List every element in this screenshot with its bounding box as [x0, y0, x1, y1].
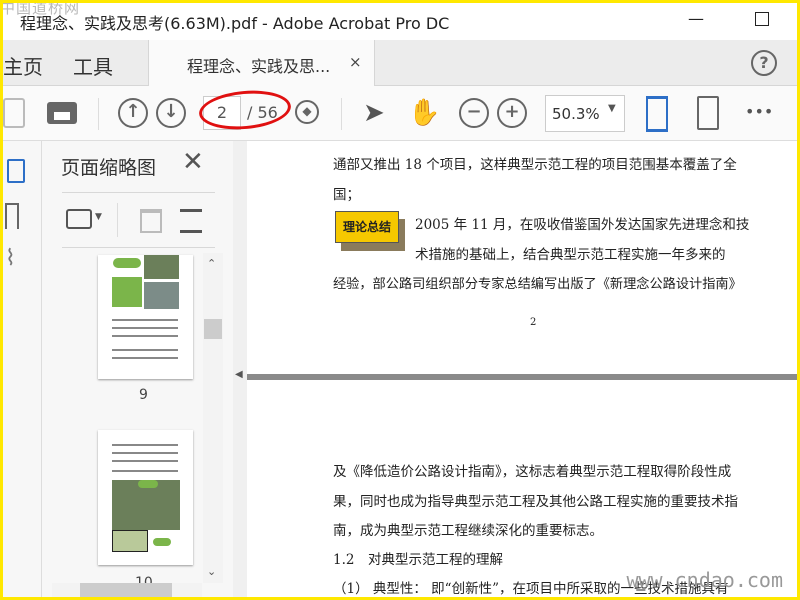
thumbnail-label: 9: [139, 387, 148, 403]
acrobat-window: 中国道桥网 程理念、实践及思考(6.63M).pdf - Adobe Acrob…: [3, 3, 797, 597]
thumbnail-options-icon[interactable]: [66, 209, 92, 229]
paragraph-line: 南，成为典型示范工程继续深化的重要标志。: [333, 523, 603, 539]
tab-home[interactable]: 主页: [3, 51, 43, 80]
hand-tool-icon[interactable]: ✋: [408, 98, 440, 128]
minimize-button[interactable]: —: [688, 9, 704, 28]
tab-document-label: 程理念、实践及思...: [187, 57, 331, 76]
scrollbar-thumb[interactable]: [204, 319, 222, 339]
section-heading: 1.2 对典型示范工程的理解: [333, 552, 503, 568]
more-tools-icon[interactable]: •••: [745, 102, 775, 132]
zoom-marquee-icon[interactable]: ◆: [295, 100, 319, 124]
help-icon[interactable]: ?: [751, 50, 777, 76]
divider: [341, 98, 342, 130]
paragraph-line: 通部又推出 18 个项目，这样典型示范工程的项目范围基本覆盖了全: [333, 157, 737, 173]
toolbar: ↑ ↓ 2 / 56 ◆ ➤ ✋ − + 50.3% ▼ •••: [3, 86, 797, 141]
page-thumbnails-icon[interactable]: [7, 159, 25, 183]
thumbnail-page-9[interactable]: [98, 255, 193, 379]
zoom-in-icon[interactable]: +: [497, 98, 527, 128]
close-tab-icon[interactable]: ×: [349, 53, 362, 71]
print-icon[interactable]: [47, 102, 77, 124]
maximize-button[interactable]: [755, 12, 769, 26]
select-cursor-icon[interactable]: ➤: [363, 98, 393, 128]
delete-icon[interactable]: [140, 209, 162, 233]
chevron-down-icon: ▼: [608, 103, 616, 114]
theory-summary-badge: 理论总结: [335, 211, 405, 251]
title-bar: 中国道桥网 程理念、实践及思考(6.63M).pdf - Adobe Acrob…: [3, 3, 797, 40]
fit-page-icon[interactable]: [646, 96, 668, 132]
paragraph-line: 2005 年 11 月，在吸收借鉴国外发达国家先进理念和技: [415, 217, 750, 233]
zoom-out-icon[interactable]: −: [459, 98, 489, 128]
divider: [62, 247, 215, 248]
panel-collapse-gutter[interactable]: ◀: [233, 141, 247, 597]
close-panel-icon[interactable]: ✕: [182, 147, 204, 177]
navigation-rail: ⌇: [3, 141, 42, 597]
tab-document[interactable]: 程理念、实践及思... ×: [148, 40, 375, 87]
paragraph-line: 果，同时也成为指导典型示范工程及其他公路工程实施的重要技术指: [333, 494, 738, 510]
document-view[interactable]: 通部又推出 18 个项目，这样典型示范工程的项目范围基本覆盖了全 国； 理论总结…: [247, 141, 797, 597]
divider: [117, 203, 118, 237]
divider: [98, 98, 99, 130]
rotate-view-icon[interactable]: [697, 96, 719, 130]
page-number: 2: [530, 317, 537, 328]
watermark: www.cndao.com: [626, 568, 783, 592]
chevron-down-icon: ▼: [95, 212, 102, 222]
save-icon[interactable]: [3, 98, 25, 128]
thumbnail-page-10[interactable]: [98, 430, 193, 565]
scrollbar-thumb[interactable]: [80, 583, 172, 597]
paragraph-line: 及《降低造价公路设计指南》，这标志着典型示范工程取得阶段性成: [333, 464, 732, 480]
paragraph-line: 术措施的基础上，结合典型示范工程实施一年多来的: [415, 247, 726, 263]
window-title: 程理念、实践及思考(6.63M).pdf - Adobe Acrobat Pro…: [20, 14, 450, 33]
page-separator: [247, 374, 797, 380]
insert-page-icon[interactable]: [180, 209, 202, 233]
thumbnail-vertical-scrollbar[interactable]: ⌃ ⌄: [203, 253, 223, 583]
panel-title: 页面缩略图: [61, 157, 157, 179]
next-page-icon[interactable]: ↓: [156, 98, 186, 128]
attachment-icon[interactable]: ⌇: [5, 246, 16, 271]
bookmark-icon[interactable]: [5, 203, 19, 229]
previous-page-icon[interactable]: ↑: [118, 98, 148, 128]
tab-tools[interactable]: 工具: [73, 51, 113, 80]
paragraph-line: 经验，部公路司组织部分专家总结编写出版了《新理念公路设计指南》: [333, 277, 742, 292]
divider: [62, 192, 215, 193]
tab-bar: 主页 工具 程理念、实践及思... × ?: [3, 40, 797, 87]
thumbnail-horizontal-scrollbar[interactable]: [52, 583, 202, 597]
thumbnails-panel: 页面缩略图 ✕ ▼ 9 10 ⌃ ⌄: [42, 141, 233, 597]
paragraph-line: 国；: [333, 187, 360, 203]
